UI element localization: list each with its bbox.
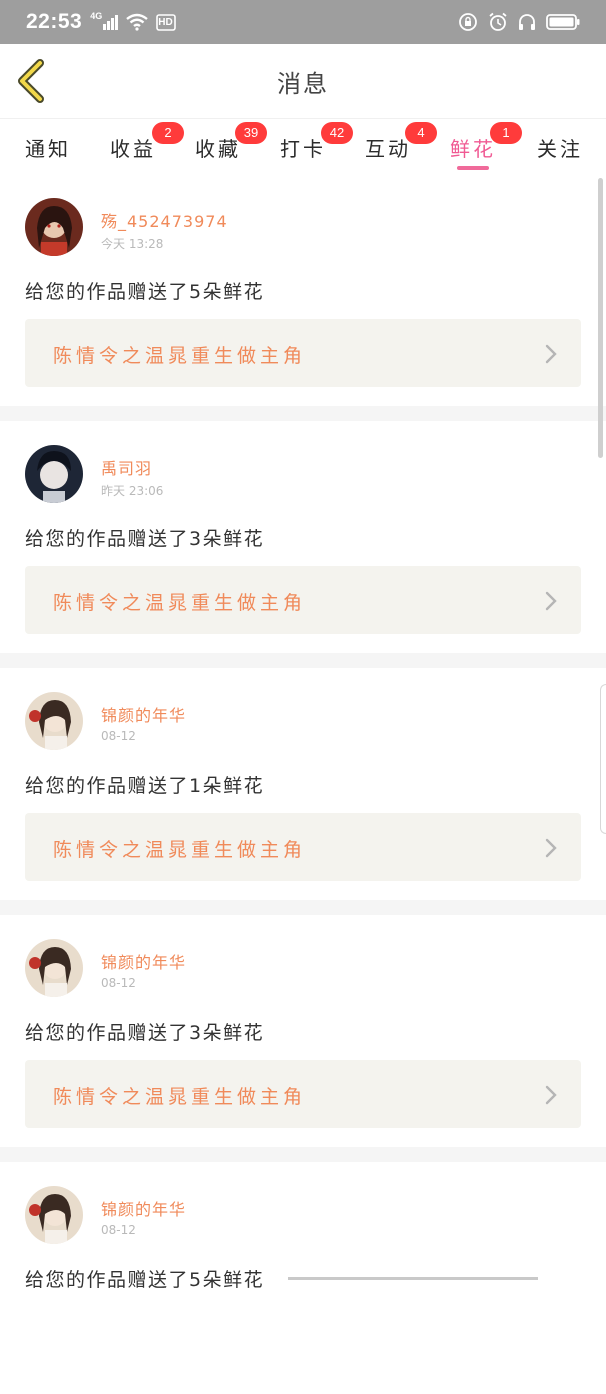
work-title: 陈情令之温晁重生做主角 [53,835,306,862]
sender-name[interactable]: 禹司羽 [101,455,152,479]
tab-bar: 通知 收益 2 收藏 39 打卡 42 互动 4 鲜花 1 关注 [0,118,606,170]
work-link[interactable]: 陈情令之温晁重生做主角 [25,319,581,387]
list-item: 殇_452473974 今天 13:28 给您的作品赠送了5朵鲜花 陈情令之温晁… [0,174,606,406]
sender-name[interactable]: 锦颜的年华 [101,949,186,973]
tab-label: 收益 [110,125,156,162]
divider [0,653,606,668]
tab-badge: 2 [152,122,184,144]
avatar[interactable] [25,692,83,750]
network-type: 4G [90,11,102,21]
signal-icon: 4G [90,14,118,30]
work-link[interactable]: 陈情令之温晁重生做主角 [25,813,581,881]
hd-icon: HD [156,12,172,32]
tab-label: 打卡 [280,125,326,162]
tab-label: 鲜花 [450,125,496,162]
status-time: 22:53 [26,10,82,34]
message-text: 给您的作品赠送了5朵鲜花 [25,1265,264,1292]
tab-badge: 42 [321,122,353,144]
tab-following[interactable]: 关注 [537,125,583,167]
message-time: 08-12 [101,976,136,990]
tab-favorites[interactable]: 收藏 39 [195,125,241,167]
message-text: 给您的作品赠送了1朵鲜花 [25,771,264,798]
tab-label: 互动 [365,125,411,162]
status-right [458,12,580,32]
avatar[interactable] [25,198,83,256]
avatar[interactable] [25,939,83,997]
headphones-icon [518,13,536,31]
tab-label: 收藏 [195,125,241,162]
tab-badge: 4 [405,122,437,144]
work-link[interactable]: 陈情令之温晁重生做主角 [25,566,581,634]
chevron-right-icon [543,1084,559,1106]
list-item: 锦颜的年华 08-12 给您的作品赠送了1朵鲜花 陈情令之温晁重生做主角 [0,668,606,900]
message-text: 给您的作品赠送了5朵鲜花 [25,277,264,304]
message-text: 给您的作品赠送了3朵鲜花 [25,524,264,551]
message-list: 殇_452473974 今天 13:28 给您的作品赠送了5朵鲜花 陈情令之温晁… [0,174,606,1394]
header: 消息 [0,44,606,118]
wifi-icon [126,13,148,31]
message-text: 给您的作品赠送了3朵鲜花 [25,1018,264,1045]
alarm-icon [488,12,508,32]
status-left: 22:53 4G HD [26,10,173,34]
sender-name[interactable]: 锦颜的年华 [101,702,186,726]
message-time: 今天 13:28 [101,235,163,252]
tab-earnings[interactable]: 收益 2 [110,125,156,167]
list-item: 锦颜的年华 08-12 给您的作品赠送了3朵鲜花 陈情令之温晁重生做主角 [0,915,606,1147]
message-time: 08-12 [101,729,136,743]
hd-label: HD [158,17,172,28]
list-item: 禹司羽 昨天 23:06 给您的作品赠送了3朵鲜花 陈情令之温晁重生做主角 [0,421,606,653]
tab-interactions[interactable]: 互动 4 [365,125,411,167]
chevron-right-icon [543,837,559,859]
work-title: 陈情令之温晁重生做主角 [53,588,306,615]
sender-name[interactable]: 锦颜的年华 [101,1196,186,1220]
message-time: 08-12 [101,1223,136,1237]
tab-label: 关注 [537,125,583,162]
divider [0,900,606,915]
avatar[interactable] [25,1186,83,1244]
tab-badge: 39 [235,122,267,144]
scrollbar[interactable] [598,178,603,458]
divider [0,406,606,421]
lock-rotation-icon [458,12,478,32]
status-bar: 22:53 4G HD [0,0,606,44]
chevron-right-icon [543,590,559,612]
page-title: 消息 [0,64,606,99]
avatar[interactable] [25,445,83,503]
chevron-right-icon [543,343,559,365]
edge-drag-handle[interactable] [600,684,606,834]
sender-name[interactable]: 殇_452473974 [101,208,228,232]
tab-checkin[interactable]: 打卡 42 [280,125,326,167]
divider [0,1147,606,1162]
active-tab-indicator [457,166,489,170]
battery-icon [546,13,580,31]
tab-notifications[interactable]: 通知 [25,125,71,167]
work-title: 陈情令之温晁重生做主角 [53,1082,306,1109]
tab-badge: 1 [490,122,522,144]
work-link[interactable]: 陈情令之温晁重生做主角 [25,1060,581,1128]
message-time: 昨天 23:06 [101,482,163,499]
work-title: 陈情令之温晁重生做主角 [53,341,306,368]
tab-label: 通知 [25,125,71,162]
tab-flowers[interactable]: 鲜花 1 [450,125,496,167]
